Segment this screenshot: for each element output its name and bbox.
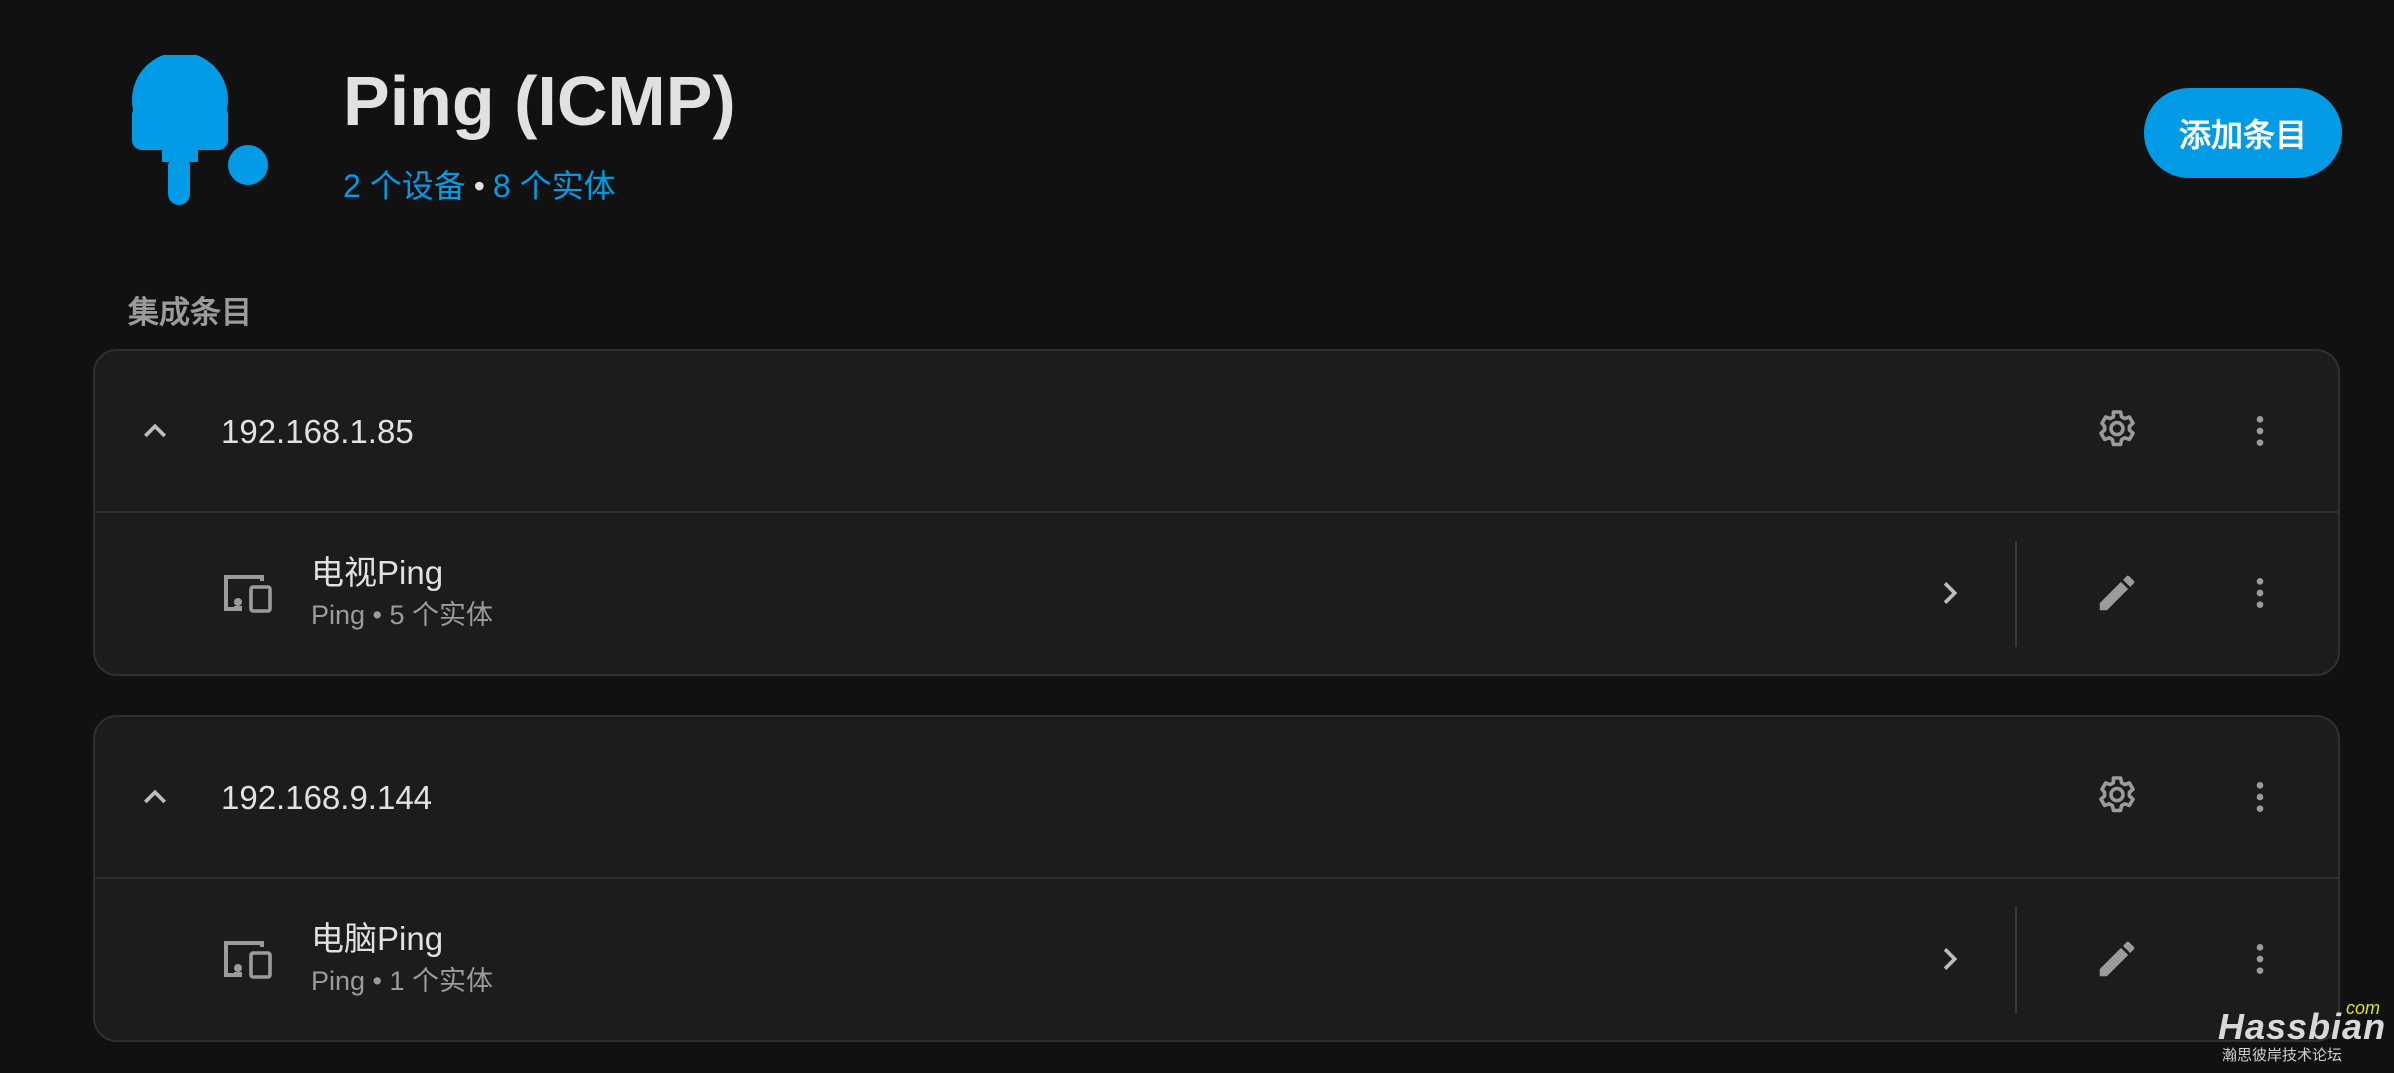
rename-device-button[interactable]: [2085, 927, 2149, 991]
device-meta: Ping • 1 个实体: [311, 966, 494, 996]
more-vertical-icon: [2256, 944, 2264, 974]
devices-icon: [224, 941, 272, 979]
device-overflow-menu-button[interactable]: [2228, 927, 2292, 991]
device-name: 电视Ping: [311, 554, 444, 591]
row-divider: [2015, 907, 2017, 1013]
gear-icon: [2099, 776, 2135, 813]
gear-icon: [2099, 410, 2135, 447]
entry-title: 192.168.1.85: [221, 413, 414, 450]
chevron-up-icon[interactable]: [133, 775, 177, 819]
row-divider: [2015, 541, 2017, 647]
entities-link[interactable]: 8 个实体: [493, 168, 616, 204]
device-row[interactable]: 电视Ping Ping • 5 个实体: [95, 513, 2338, 676]
integration-page: Ping (ICMP) 2 个设备 • 8 个实体 添加条目 集成条目 192.16…: [0, 0, 2394, 1073]
device-name: 电脑Ping: [311, 920, 444, 957]
chevron-up-icon[interactable]: [133, 409, 177, 453]
add-entry-button[interactable]: 添加条目: [2144, 88, 2342, 178]
pencil-icon: [2099, 575, 2135, 611]
integration-entry-card: 192.168.1.85 电视Ping Ping • 5 个实体: [93, 349, 2340, 676]
chevron-right-icon: [1943, 582, 1958, 604]
watermark-subtitle: 瀚思彼岸技术论坛: [2222, 1047, 2343, 1064]
entry-header: 192.168.1.85: [95, 351, 2338, 513]
entry-title: 192.168.9.144: [221, 779, 433, 816]
ping-pong-paddle-icon: [132, 55, 268, 205]
device-overflow-menu-button[interactable]: [2228, 561, 2292, 625]
entry-header: 192.168.9.144: [95, 717, 2338, 879]
chevron-right-icon: [1943, 948, 1958, 970]
entry-overflow-menu-button[interactable]: [2228, 399, 2292, 463]
entry-overflow-menu-button[interactable]: [2228, 765, 2292, 829]
rename-device-button[interactable]: [2085, 561, 2149, 625]
integration-entry-card: 192.168.9.144 电脑Ping Ping • 1 个实体: [93, 715, 2340, 1042]
open-device-button[interactable]: [1918, 561, 1982, 625]
device-meta: Ping • 5 个实体: [311, 600, 494, 630]
pencil-icon: [2099, 941, 2135, 977]
page-title: Ping (ICMP): [343, 62, 736, 140]
devices-link[interactable]: 2 个设备: [343, 168, 466, 204]
open-device-button[interactable]: [1918, 927, 1982, 991]
devices-icon: [224, 575, 272, 613]
configure-button[interactable]: [2085, 399, 2149, 463]
device-row[interactable]: 电脑Ping Ping • 1 个实体: [95, 879, 2338, 1042]
integration-summary: 2 个设备 • 8 个实体: [343, 163, 616, 209]
summary-separator: •: [473, 168, 485, 204]
more-vertical-icon: [2256, 782, 2264, 812]
watermark-brand: Hassbian: [2218, 1006, 2387, 1047]
more-vertical-icon: [2256, 416, 2264, 446]
configure-button[interactable]: [2085, 765, 2149, 829]
section-label: 集成条目: [128, 295, 252, 330]
more-vertical-icon: [2256, 578, 2264, 608]
hassbian-watermark: com Hassbian 瀚思彼岸技术论坛: [2218, 998, 2388, 1068]
